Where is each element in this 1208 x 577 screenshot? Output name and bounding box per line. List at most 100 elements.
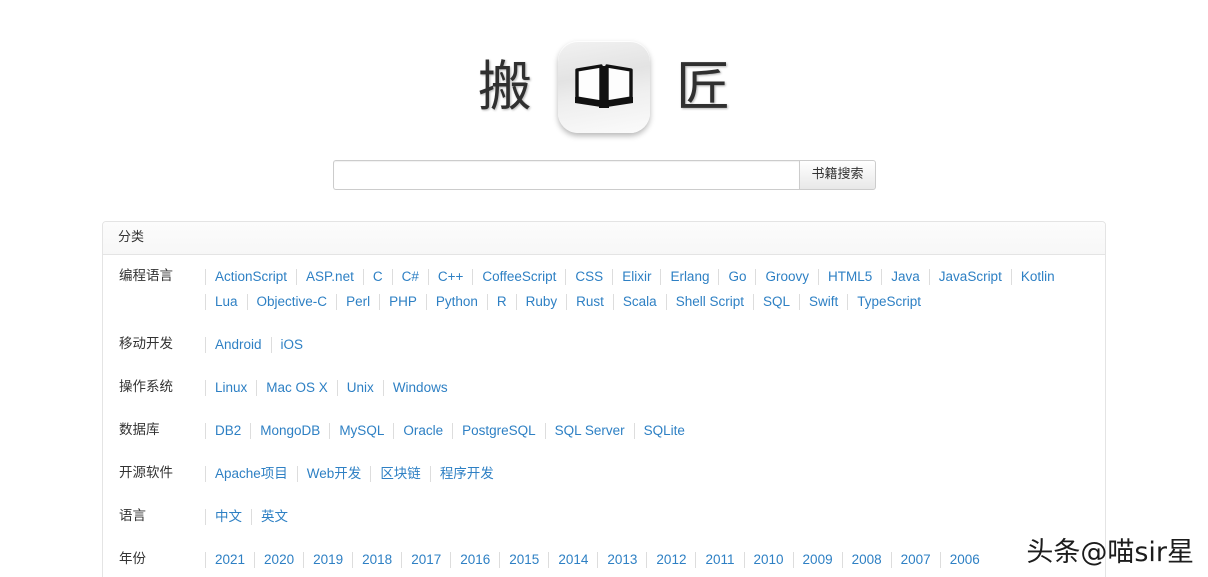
category-row: 编程语言 ActionScript ASP.net C C# C++ CoffeeScrip… [103,255,1105,323]
category-link[interactable]: SQL [754,289,799,314]
category-link-cell: Erlang [660,264,718,289]
category-link-cell: ASP.net [296,264,363,289]
category-link[interactable]: C# [393,264,428,289]
category-link-cell: 2007 [890,547,940,572]
category-link-cell: C [362,264,392,289]
category-link-cell: Elixir [612,264,660,289]
category-link-cell: Ruby [515,289,567,314]
category-link[interactable]: Objective-C [248,289,337,314]
category-row-links: Android iOS [205,323,1105,366]
category-link-cell: Swift [798,289,847,314]
category-link-cell: SQL Server [544,418,634,443]
category-link-list: 中文 英文 [205,504,1093,529]
category-link[interactable]: 中文 [206,504,251,529]
category-link[interactable]: 区块链 [371,461,430,486]
category-link[interactable]: 2011 [696,547,743,572]
book-search-button[interactable]: 书籍搜索 [799,160,876,190]
category-link[interactable]: 2006 [941,547,989,572]
category-link[interactable]: ASP.net [297,264,363,289]
category-link-cell: 2020 [254,547,303,572]
category-link[interactable]: HTML5 [819,264,881,289]
category-link-cell: Go [718,264,755,289]
category-link-cell: iOS [270,332,313,357]
category-link[interactable]: Unix [338,375,383,400]
category-link[interactable]: Perl [337,289,379,314]
category-link[interactable]: C++ [429,264,473,289]
category-link[interactable]: Groovy [756,264,818,289]
category-link-cell: Android [205,332,271,357]
category-link[interactable]: SQL Server [546,418,634,443]
category-link[interactable]: Kotlin [1012,264,1064,289]
search-input[interactable] [332,160,800,190]
category-link[interactable]: 2009 [794,547,842,572]
category-link-cell: PHP [379,289,426,314]
category-table: 编程语言 ActionScript ASP.net C C# C++ CoffeeScrip… [103,255,1105,577]
category-link[interactable]: 2014 [549,547,597,572]
category-link[interactable]: Android [206,332,271,357]
category-link[interactable]: MongoDB [251,418,329,443]
category-link[interactable]: Apache项目 [206,461,297,486]
category-link[interactable]: ActionScript [206,264,296,289]
category-row-label: 数据库 [119,422,160,438]
category-link[interactable]: R [488,289,516,314]
category-link-cell: 2017 [401,547,450,572]
category-link-cell: 2021 [205,547,254,572]
category-link[interactable]: 2013 [598,547,646,572]
category-link[interactable]: CSS [566,264,612,289]
category-link[interactable]: Swift [800,289,847,314]
open-book-icon [558,41,650,133]
category-link-cell: MongoDB [250,418,329,443]
category-link[interactable]: 2012 [647,547,695,572]
category-link[interactable]: 2010 [745,547,793,572]
category-link[interactable]: Elixir [613,264,660,289]
category-link[interactable]: Oracle [394,418,452,443]
category-link[interactable]: Lua [206,289,247,314]
category-link[interactable]: MySQL [330,418,393,443]
category-link[interactable]: Java [882,264,929,289]
category-link[interactable]: PHP [380,289,426,314]
category-link[interactable]: Web开发 [298,461,371,486]
category-link[interactable]: Windows [384,375,457,400]
category-link-cell: 中文 [205,504,251,529]
category-link-cell: 2009 [792,547,842,572]
category-link[interactable]: 2015 [500,547,548,572]
category-link[interactable]: 2021 [206,547,254,572]
category-link[interactable]: JavaScript [930,264,1011,289]
category-link[interactable]: 2019 [304,547,352,572]
category-link[interactable]: C [364,264,392,289]
category-row-links: Linux Mac OS X Unix Windows [205,366,1105,409]
category-link[interactable]: Rust [567,289,613,314]
category-link-cell: HTML5 [818,264,881,289]
category-link[interactable]: 英文 [252,504,297,529]
category-link[interactable]: Scala [614,289,666,314]
category-link[interactable]: 程序开发 [431,461,503,486]
category-link[interactable]: Erlang [661,264,718,289]
category-link-cell: MySQL [329,418,393,443]
category-link[interactable]: Mac OS X [257,375,337,400]
category-link[interactable]: Shell Script [667,289,753,314]
category-link[interactable]: DB2 [206,418,250,443]
category-link[interactable]: SQLite [635,418,694,443]
category-link-list: Linux Mac OS X Unix Windows [205,375,1093,400]
category-panel-heading: 分类 [103,222,1105,255]
category-link[interactable]: Python [427,289,487,314]
category-link[interactable]: 2020 [255,547,303,572]
category-link[interactable]: PostgreSQL [453,418,545,443]
site-logo[interactable]: 搬 匠 [0,0,1208,140]
category-link[interactable]: 2008 [843,547,891,572]
category-link-cell: CSS [565,264,612,289]
category-link[interactable]: Go [719,264,755,289]
category-link-cell: Oracle [393,418,452,443]
category-link[interactable]: Ruby [517,289,567,314]
category-link[interactable]: 2017 [402,547,450,572]
category-link[interactable]: 2007 [892,547,940,572]
category-link[interactable]: iOS [272,332,313,357]
category-row-label: 操作系统 [119,379,173,395]
category-link[interactable]: TypeScript [848,289,930,314]
category-link[interactable]: CoffeeScript [473,264,565,289]
category-link[interactable]: 2018 [353,547,401,572]
category-link[interactable]: 2016 [451,547,499,572]
category-link-cell: Groovy [755,264,818,289]
category-link[interactable]: Linux [206,375,256,400]
category-row-label: 编程语言 [119,268,173,284]
